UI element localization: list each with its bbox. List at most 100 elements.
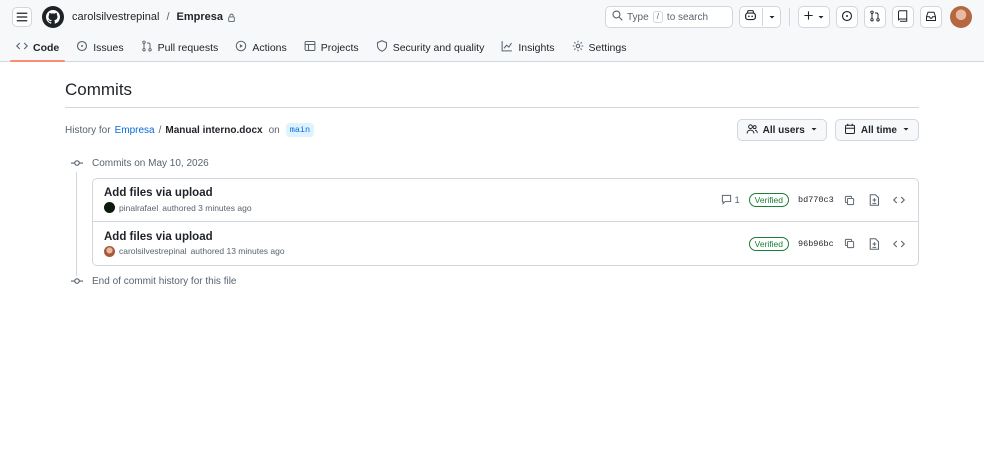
comment-count-value: 1 xyxy=(734,195,740,205)
commit-message[interactable]: Add files via upload xyxy=(104,231,285,243)
tab-settings[interactable]: Settings xyxy=(566,34,633,61)
history-header: History for Empresa / Manual interno.doc… xyxy=(65,119,919,141)
toolbar-divider xyxy=(789,8,790,26)
commit-timeline: Commits on May 10, 2026 Add files via up… xyxy=(65,154,919,290)
timeline-line xyxy=(76,172,77,276)
commit-group-date: Commits on May 10, 2026 xyxy=(92,157,209,169)
chevron-down-icon xyxy=(810,125,818,136)
tab-pull-requests[interactable]: Pull requests xyxy=(135,34,225,61)
page-title: Commits xyxy=(65,80,919,108)
tab-insights[interactable]: Insights xyxy=(495,34,560,61)
menu-icon[interactable] xyxy=(12,7,32,27)
browse-code-icon[interactable] xyxy=(891,236,907,252)
tab-code[interactable]: Code xyxy=(10,34,66,62)
all-time-button[interactable]: All time xyxy=(834,119,919,141)
authored-time: authored 3 minutes ago xyxy=(162,202,252,213)
repositories-button[interactable] xyxy=(892,6,914,28)
top-bar: carolsilvestrepinal / Empresa Type / to … xyxy=(0,0,984,34)
history-end: End of commit history for this file xyxy=(65,272,919,290)
chevron-down-icon xyxy=(817,10,825,24)
search-input[interactable]: Type / to search xyxy=(605,6,733,28)
tab-label: Actions xyxy=(252,41,287,54)
all-users-label: All users xyxy=(762,124,805,136)
commit-row: Add files via upload carolsilvestrepinal a… xyxy=(93,222,918,265)
inbox-button[interactable] xyxy=(920,6,942,28)
breadcrumb-repo[interactable]: Empresa xyxy=(177,11,223,23)
tab-label: Insights xyxy=(518,41,555,54)
history-prefix: History for xyxy=(65,124,111,136)
tab-actions[interactable]: Actions xyxy=(229,34,292,61)
issue-icon xyxy=(76,40,88,55)
history-repo-link[interactable]: Empresa xyxy=(115,125,155,136)
history-file-name: Manual interno.docx xyxy=(165,124,263,136)
calendar-icon xyxy=(844,123,856,138)
commit-list: Add files via upload pinalrafael authored … xyxy=(92,178,919,266)
copy-icon[interactable] xyxy=(841,236,857,252)
issues-button[interactable] xyxy=(836,6,858,28)
breadcrumb-separator: / xyxy=(166,11,170,23)
copilot-icon xyxy=(744,9,757,25)
repo-icon xyxy=(897,9,909,25)
git-commit-icon xyxy=(70,275,84,287)
pull-request-icon xyxy=(869,10,881,25)
tab-label: Pull requests xyxy=(157,41,219,54)
main-content: Commits History for Empresa / Manual int… xyxy=(65,62,919,290)
all-time-label: All time xyxy=(860,124,897,136)
graph-icon xyxy=(501,40,513,55)
create-new-button[interactable] xyxy=(798,6,830,28)
tab-issues[interactable]: Issues xyxy=(70,34,129,61)
lock-icon xyxy=(227,13,236,22)
commit-sha[interactable]: 96b96bc xyxy=(798,239,834,249)
history-on: on xyxy=(268,124,280,136)
table-icon xyxy=(304,40,316,55)
commit-group-header: Commits on May 10, 2026 xyxy=(65,154,919,172)
search-shortcut-key: / xyxy=(652,11,663,23)
file-diff-icon[interactable] xyxy=(866,236,882,252)
history-end-label: End of commit history for this file xyxy=(92,275,237,287)
comment-count[interactable]: 1 xyxy=(721,194,740,207)
play-icon xyxy=(235,40,247,55)
author-avatar[interactable] xyxy=(104,245,115,257)
commit-sha[interactable]: bd770c3 xyxy=(798,195,834,205)
commit-message[interactable]: Add files via upload xyxy=(104,187,252,199)
verified-badge[interactable]: Verified xyxy=(748,236,789,251)
commit-meta: carolsilvestrepinal authored 13 minutes a… xyxy=(104,245,285,257)
copy-icon[interactable] xyxy=(841,192,857,208)
branch-badge[interactable]: main xyxy=(285,123,315,137)
tab-projects[interactable]: Projects xyxy=(298,34,365,61)
git-commit-icon xyxy=(70,157,84,169)
author-avatar[interactable] xyxy=(104,202,115,213)
pull-request-icon xyxy=(141,40,153,55)
chevron-down-icon xyxy=(902,125,910,136)
tab-label: Code xyxy=(33,41,60,54)
copilot-button[interactable] xyxy=(739,6,781,28)
issue-icon xyxy=(841,10,853,25)
comment-icon xyxy=(721,194,732,207)
authored-time: authored 13 minutes ago xyxy=(190,246,285,256)
breadcrumb-owner[interactable]: carolsilvestrepinal xyxy=(72,11,159,23)
code-icon xyxy=(15,40,29,55)
inbox-icon xyxy=(925,10,937,25)
shield-icon xyxy=(376,40,388,55)
github-logo-icon[interactable] xyxy=(42,6,64,28)
tab-label: Issues xyxy=(93,41,124,54)
repo-tabs: Code Issues Pull requests Actions Projects Se… xyxy=(0,34,984,62)
user-avatar[interactable] xyxy=(950,6,972,28)
history-separator: / xyxy=(158,124,162,136)
tab-security-and-quality[interactable]: Security and quality xyxy=(370,34,491,61)
commit-meta: pinalrafael authored 3 minutes ago xyxy=(104,202,252,213)
author-name[interactable]: pinalrafael xyxy=(119,203,158,213)
chevron-down-icon[interactable] xyxy=(768,10,776,24)
verified-badge[interactable]: Verified xyxy=(748,193,789,207)
tab-label: Settings xyxy=(588,41,627,54)
filter-group: All users All time xyxy=(736,119,919,141)
search-icon xyxy=(612,10,623,24)
commit-row: Add files via upload pinalrafael authored … xyxy=(93,179,918,222)
all-users-button[interactable]: All users xyxy=(736,119,827,141)
browse-code-icon[interactable] xyxy=(891,192,907,208)
pull-requests-button[interactable] xyxy=(864,6,886,28)
gear-icon xyxy=(572,40,584,55)
author-name[interactable]: carolsilvestrepinal xyxy=(119,246,187,256)
search-suffix: to search xyxy=(666,11,709,23)
file-diff-icon[interactable] xyxy=(866,192,882,208)
